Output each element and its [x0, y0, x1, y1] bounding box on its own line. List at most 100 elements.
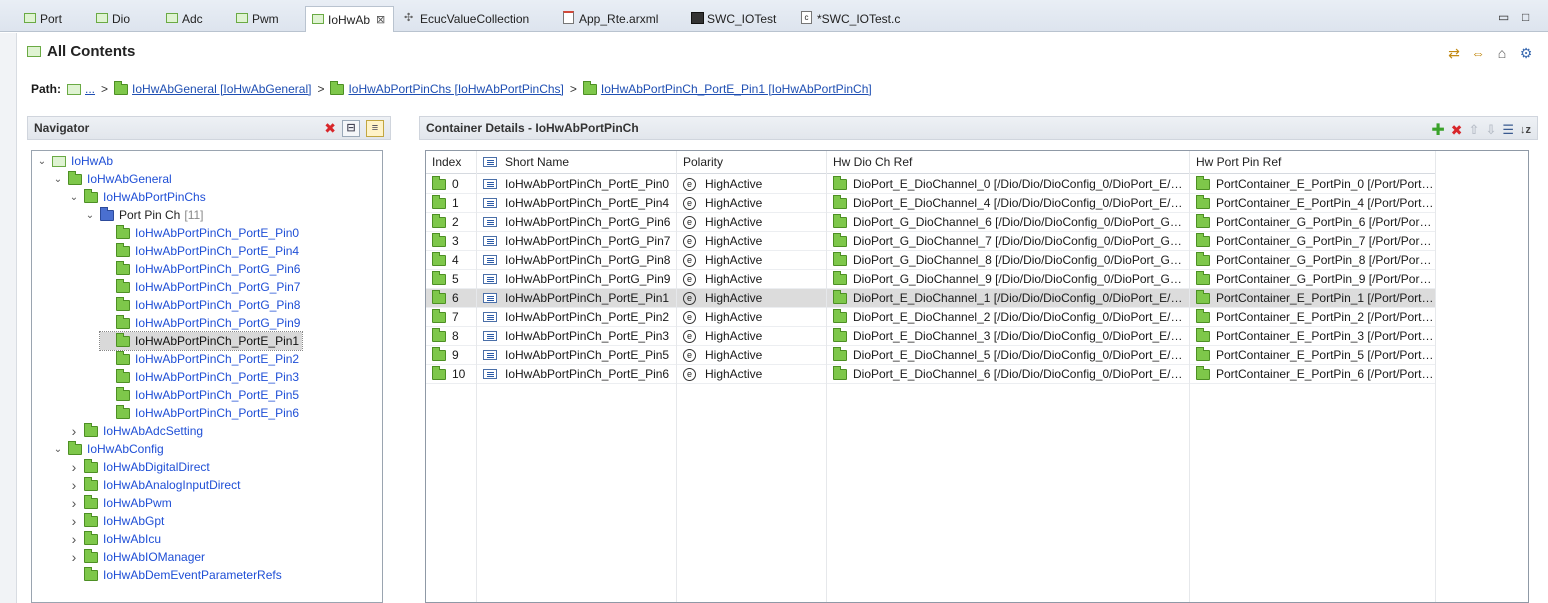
table-cell[interactable]: DioPort_E_DioChannel_5 [/Dio/Dio/DioConf…	[827, 346, 1190, 365]
table-cell[interactable]: IoHwAbPortPinCh_PortE_Pin1	[477, 289, 677, 308]
tab-ecucvaluecollection[interactable]: ✣ EcucValueCollection	[398, 6, 537, 32]
table-cell[interactable]: PortContainer_G_PortPin_9 [/Port/Por…	[1190, 270, 1436, 289]
tree-item[interactable]: IoHwAbPortPinCh_PortG_Pin7	[100, 278, 300, 296]
tree-item[interactable]: IoHwAbPortPinCh_PortE_Pin2	[100, 350, 299, 368]
table-cell[interactable]: e HighActive	[677, 289, 827, 308]
table-cell[interactable]: PortContainer_E_PortPin_1 [/Port/Port…	[1190, 289, 1436, 308]
chevron-down-icon[interactable]: ⌄	[52, 444, 64, 455]
table-cell[interactable]: e HighActive	[677, 365, 827, 384]
table-cell[interactable]: 3	[426, 232, 477, 251]
table-cell[interactable]: 9	[426, 346, 477, 365]
settings-icon[interactable]: ⚙	[1518, 45, 1534, 61]
maximize-button[interactable]: □	[1522, 10, 1529, 24]
tree-item[interactable]: ⌄ IoHwAb	[36, 152, 113, 170]
table-row[interactable]: 0 IoHwAbPortPinCh_PortE_Pin0 e HighActive Di…	[426, 175, 1436, 194]
chevron-right-icon[interactable]: ›	[68, 513, 80, 529]
table-cell[interactable]: DioPort_G_DioChannel_6 [/Dio/Dio/DioConf…	[827, 213, 1190, 232]
chevron-right-icon[interactable]: ›	[68, 477, 80, 493]
table-cell[interactable]: IoHwAbPortPinCh_PortE_Pin4	[477, 194, 677, 213]
table-cell[interactable]: PortContainer_E_PortPin_4 [/Port/Port…	[1190, 194, 1436, 213]
breadcrumb-item[interactable]: IoHwAbPortPinCh_PortE_Pin1 [IoHwAbPortPi…	[601, 82, 872, 96]
table-cell[interactable]: e HighActive	[677, 346, 827, 365]
close-icon[interactable]: ⊠	[376, 13, 385, 26]
table-cell[interactable]: PortContainer_G_PortPin_6 [/Port/Por…	[1190, 213, 1436, 232]
chevron-down-icon[interactable]: ⌄	[36, 156, 48, 167]
table-cell[interactable]: DioPort_E_DioChannel_4 [/Dio/Dio/DioConf…	[827, 194, 1190, 213]
table-cell[interactable]: 0	[426, 175, 477, 194]
table-cell[interactable]: PortContainer_E_PortPin_0 [/Port/Port…	[1190, 175, 1436, 194]
table-row[interactable]: 1 IoHwAbPortPinCh_PortE_Pin4 e HighActive Di…	[426, 194, 1436, 213]
table-cell[interactable]: PortContainer_E_PortPin_2 [/Port/Port…	[1190, 308, 1436, 327]
table-row[interactable]: 6 IoHwAbPortPinCh_PortE_Pin1 e HighActive Di…	[426, 289, 1436, 308]
add-icon[interactable]: ✚	[1431, 120, 1444, 140]
minimize-button[interactable]: ▭	[1498, 10, 1509, 24]
chevron-right-icon[interactable]: ›	[68, 531, 80, 547]
table-cell[interactable]: IoHwAbPortPinCh_PortE_Pin2	[477, 308, 677, 327]
table-cell[interactable]: e HighActive	[677, 213, 827, 232]
move-down-icon[interactable]: ⇩	[1485, 122, 1496, 138]
chevron-right-icon[interactable]: ›	[68, 495, 80, 511]
table-cell[interactable]: DioPort_G_DioChannel_9 [/Dio/Dio/DioConf…	[827, 270, 1190, 289]
table-cell[interactable]: IoHwAbPortPinCh_PortG_Pin6	[477, 213, 677, 232]
tab-port[interactable]: Port	[18, 6, 70, 32]
edit-columns-icon[interactable]: ☰	[1502, 122, 1514, 138]
delete-icon[interactable]: ✖	[1451, 122, 1463, 139]
home-icon[interactable]: ⌂	[1494, 45, 1510, 61]
tree-item[interactable]: › IoHwAbAdcSetting	[68, 422, 203, 440]
tree-item[interactable]: › IoHwAbPwm	[68, 494, 172, 512]
table-cell[interactable]: DioPort_E_DioChannel_0 [/Dio/Dio/DioConf…	[827, 175, 1190, 194]
link-icon[interactable]: ⇔	[1470, 45, 1486, 61]
table-cell[interactable]: 1	[426, 194, 477, 213]
link-with-editor-icon[interactable]: ≡	[366, 120, 384, 137]
table-row[interactable]: 2 IoHwAbPortPinCh_PortG_Pin6 e HighActive Di…	[426, 213, 1436, 232]
tree-item[interactable]: IoHwAbPortPinCh_PortG_Pin8	[100, 296, 300, 314]
tree-item[interactable]: IoHwAbPortPinCh_PortE_Pin4	[100, 242, 299, 260]
table-row[interactable]: 4 IoHwAbPortPinCh_PortG_Pin8 e HighActive Di…	[426, 251, 1436, 270]
tab-adc[interactable]: Adc	[160, 6, 211, 32]
chevron-down-icon[interactable]: ⌄	[68, 192, 80, 203]
table-cell[interactable]: PortContainer_E_PortPin_3 [/Port/Port…	[1190, 327, 1436, 346]
table-cell[interactable]: IoHwAbPortPinCh_PortG_Pin8	[477, 251, 677, 270]
collapse-all-icon[interactable]: ⊟	[342, 120, 360, 137]
column-header-hw-port-pin-ref[interactable]: Hw Port Pin Ref	[1190, 151, 1436, 174]
tree-item[interactable]: › IoHwAbIOManager	[68, 548, 205, 566]
table-cell[interactable]: DioPort_E_DioChannel_2 [/Dio/Dio/DioConf…	[827, 308, 1190, 327]
tree-item[interactable]: IoHwAbPortPinCh_PortG_Pin9	[100, 314, 300, 332]
sync-icon[interactable]: ⇄	[1446, 45, 1462, 61]
table-cell[interactable]: IoHwAbPortPinCh_PortE_Pin6	[477, 365, 677, 384]
tree-item[interactable]: › IoHwAbDigitalDirect	[68, 458, 210, 476]
table-cell[interactable]: e HighActive	[677, 175, 827, 194]
table-cell[interactable]: e HighActive	[677, 308, 827, 327]
table-cell[interactable]: e HighActive	[677, 194, 827, 213]
tree-item[interactable]: IoHwAbDemEventParameterRefs	[68, 566, 282, 584]
table-row[interactable]: 9 IoHwAbPortPinCh_PortE_Pin5 e HighActive Di…	[426, 346, 1436, 365]
table-cell[interactable]: DioPort_G_DioChannel_7 [/Dio/Dio/DioConf…	[827, 232, 1190, 251]
table-cell[interactable]: IoHwAbPortPinCh_PortG_Pin7	[477, 232, 677, 251]
breadcrumb-item[interactable]: IoHwAbPortPinChs [IoHwAbPortPinChs]	[348, 82, 563, 96]
table-row[interactable]: 7 IoHwAbPortPinCh_PortE_Pin2 e HighActive Di…	[426, 308, 1436, 327]
tab-swc-iotest-c[interactable]: c *SWC_IOTest.c	[795, 6, 908, 32]
chevron-right-icon[interactable]: ›	[68, 459, 80, 475]
tree-item[interactable]: › IoHwAbIcu	[68, 530, 161, 548]
table-cell[interactable]: IoHwAbPortPinCh_PortE_Pin5	[477, 346, 677, 365]
table-cell[interactable]: PortContainer_G_PortPin_8 [/Port/Por…	[1190, 251, 1436, 270]
table-cell[interactable]: PortContainer_G_PortPin_7 [/Port/Por…	[1190, 232, 1436, 251]
move-up-icon[interactable]: ⇧	[1469, 122, 1480, 138]
chevron-down-icon[interactable]: ⌄	[84, 210, 96, 221]
table-cell[interactable]: 8	[426, 327, 477, 346]
tree-item[interactable]: › IoHwAbAnalogInputDirect	[68, 476, 240, 494]
tree-item[interactable]: IoHwAbPortPinCh_PortG_Pin6	[100, 260, 300, 278]
tree-item[interactable]: IoHwAbPortPinCh_PortE_Pin1	[98, 331, 304, 351]
table-cell[interactable]: 2	[426, 213, 477, 232]
table-cell[interactable]: e HighActive	[677, 232, 827, 251]
table-cell[interactable]: 7	[426, 308, 477, 327]
chevron-down-icon[interactable]: ⌄	[52, 174, 64, 185]
table-cell[interactable]: 6	[426, 289, 477, 308]
tree-item[interactable]: ⌄ Port Pin Ch [11]	[84, 206, 203, 224]
tree-item[interactable]: ⌄ IoHwAbGeneral	[52, 170, 172, 188]
tree-item[interactable]: › IoHwAbGpt	[68, 512, 164, 530]
table-cell[interactable]: IoHwAbPortPinCh_PortE_Pin3	[477, 327, 677, 346]
breadcrumb-item[interactable]: IoHwAbGeneral [IoHwAbGeneral]	[132, 82, 311, 96]
column-header-index[interactable]: Index	[426, 151, 477, 174]
table-row[interactable]: 8 IoHwAbPortPinCh_PortE_Pin3 e HighActive Di…	[426, 327, 1436, 346]
